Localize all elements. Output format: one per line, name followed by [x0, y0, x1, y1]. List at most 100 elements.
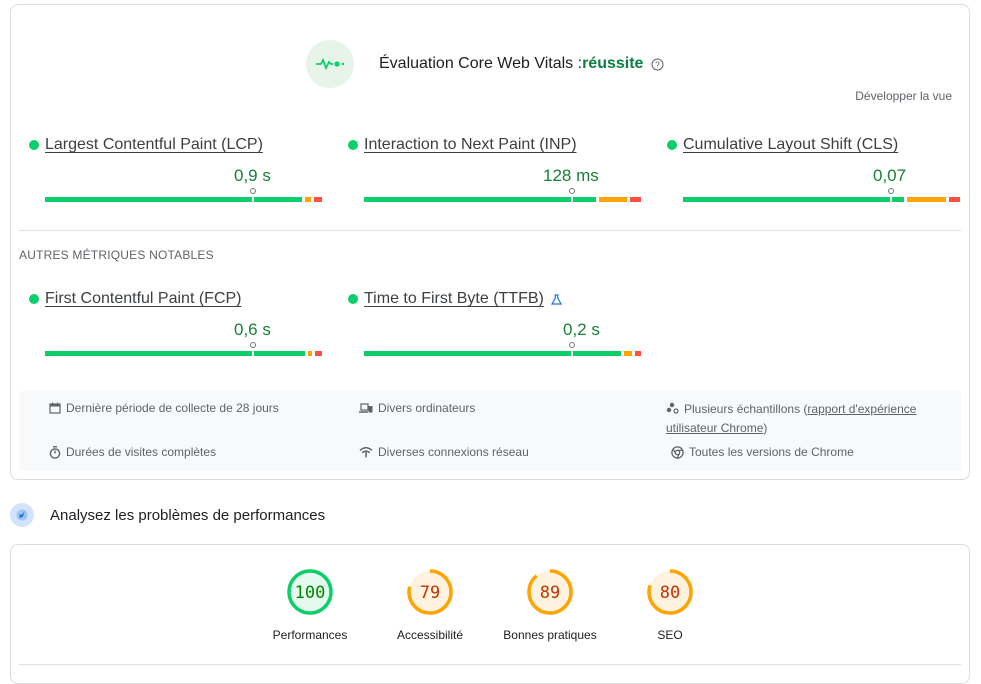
gauge-score-value: 89 — [540, 583, 560, 603]
info-text: Dernière période de collecte de 28 jours — [66, 401, 279, 415]
needs-improvement-segment — [624, 351, 633, 356]
score-gauge-ring: 100 — [287, 569, 333, 615]
cwv-header: Évaluation Core Web Vitals :réussite ? — [306, 38, 664, 90]
metric-value: 0,2 s — [563, 320, 600, 339]
good-segment — [683, 197, 905, 202]
score-gauge-accessibility[interactable]: 79 Accessibilité — [370, 567, 490, 642]
card-divider — [19, 664, 961, 665]
metric-ttfb: Time to First Byte (TTFB) 0,2 s — [348, 290, 642, 356]
metric-name-link[interactable]: First Contentful Paint (FCP) — [45, 290, 242, 308]
metric-name-link[interactable]: Largest Contentful Paint (LCP) — [45, 136, 263, 154]
poor-segment — [313, 197, 322, 202]
performance-heading-text: Analysez les problèmes de performances — [50, 506, 326, 524]
performance-heading: Analysez les problèmes de performances — [10, 503, 325, 527]
metric-fcp: First Contentful Paint (FCP) 0,6 s — [29, 290, 323, 356]
needs-improvement-segment — [305, 197, 311, 202]
percentile-marker — [249, 188, 256, 194]
good-segment — [364, 351, 622, 356]
status-dot — [667, 140, 677, 150]
percentile-marker — [568, 188, 575, 194]
status-dot — [29, 294, 39, 304]
gauge-score-value: 80 — [660, 583, 680, 603]
experimental-flask-icon[interactable] — [550, 293, 562, 305]
needs-improvement-segment — [599, 197, 627, 202]
devices-icon — [359, 403, 373, 413]
other-metrics-label: AUTRES MÉTRIQUES NOTABLES — [19, 248, 214, 262]
info-text: Divers ordinateurs — [378, 401, 476, 415]
gauge-score-value: 100 — [295, 583, 326, 603]
score-gauge-ring: 89 — [527, 569, 573, 615]
info-text: Plusieurs échantillons ( — [684, 402, 808, 416]
gauge-label: Accessibilité — [396, 628, 464, 642]
metric-inp: Interaction to Next Paint (INP) 128 ms — [348, 136, 642, 202]
info-text: Durées de visites complètes — [66, 445, 217, 459]
metric-value: 0,9 s — [234, 166, 271, 185]
percentile-marker — [568, 342, 575, 348]
metric-distribution-bar — [364, 188, 641, 202]
good-segment — [45, 351, 306, 356]
cwv-status: réussite — [582, 55, 644, 72]
status-dot — [29, 140, 39, 150]
poor-segment — [635, 351, 641, 356]
info-chrome-versions: Toutes les versions de Chrome — [671, 443, 854, 462]
info-connections: Diverses connexions réseau — [359, 443, 529, 462]
metric-value: 128 ms — [543, 166, 599, 185]
vitals-pulse-icon — [306, 40, 354, 88]
needs-improvement-segment — [907, 197, 946, 202]
score-gauge-best-practices[interactable]: 89 Bonnes pratiques — [490, 567, 610, 642]
lighthouse-scores-card: 100 Performances 79 Accessibilité 89 Bonnes… — [10, 544, 970, 684]
percentile-marker — [249, 342, 256, 348]
info-text: Toutes les versions de Chrome — [689, 445, 854, 459]
metric-name-link[interactable]: Cumulative Layout Shift (CLS) — [683, 136, 898, 154]
percentile-marker-stem — [570, 348, 573, 356]
info-devices: Divers ordinateurs — [359, 399, 475, 418]
metric-cls: Cumulative Layout Shift (CLS) 0,07 — [667, 136, 961, 202]
metric-value: 0,07 — [873, 166, 907, 185]
info-text: Diverses connexions réseau — [378, 445, 529, 459]
info-visit-durations: Durées de visites complètes — [49, 443, 216, 462]
chrome-icon — [671, 446, 684, 459]
cwv-title-text: Évaluation Core Web Vitals : — [379, 55, 583, 72]
collection-info-box: Dernière période de collecte de 28 jours… — [19, 391, 961, 471]
needs-improvement-segment — [308, 351, 313, 356]
metric-lcp: Largest Contentful Paint (LCP) 0,9 s — [29, 136, 323, 202]
metric-distribution-bar — [45, 342, 322, 356]
expand-view-link[interactable]: Développer la vue — [855, 89, 952, 103]
metric-name-link[interactable]: Time to First Byte (TTFB) — [364, 290, 544, 308]
core-web-vitals-card: Évaluation Core Web Vitals :réussite ? D… — [10, 4, 970, 480]
metric-distribution-bar — [683, 188, 960, 202]
good-segment — [364, 197, 597, 202]
metric-name-link[interactable]: Interaction to Next Paint (INP) — [364, 136, 577, 154]
score-gauge-ring: 79 — [407, 569, 453, 615]
status-dot — [348, 140, 358, 150]
svg-text:?: ? — [656, 60, 661, 69]
section-divider — [19, 230, 961, 231]
metric-distribution-bar — [364, 342, 641, 356]
score-gauge-performance[interactable]: 100 Performances — [250, 567, 370, 642]
poor-segment — [629, 197, 641, 202]
status-dot — [348, 294, 358, 304]
help-icon[interactable]: ? — [651, 58, 664, 71]
info-collection-period: Dernière période de collecte de 28 jours — [49, 399, 279, 418]
gauge-label: Performances — [272, 628, 348, 642]
diagnose-gauge-icon — [10, 503, 34, 527]
timer-icon — [49, 446, 61, 459]
gauge-score-value: 79 — [420, 583, 440, 603]
score-gauge-seo[interactable]: 80 SEO — [610, 567, 730, 642]
info-samples: Plusieurs échantillons (rapport d'expéri… — [666, 399, 956, 438]
score-gauge-ring: 80 — [647, 569, 693, 615]
poor-segment — [315, 351, 322, 356]
percentile-marker-stem — [570, 194, 573, 202]
wifi-icon — [359, 447, 373, 458]
info-text: ) — [763, 421, 768, 435]
poor-segment — [948, 197, 960, 202]
gauge-label: Bonnes pratiques — [503, 628, 597, 642]
samples-icon — [666, 402, 679, 414]
gauge-label: SEO — [657, 628, 683, 642]
cwv-title: Évaluation Core Web Vitals :réussite — [379, 55, 643, 73]
percentile-marker-stem — [251, 348, 254, 356]
metric-distribution-bar — [45, 188, 322, 202]
percentile-marker-stem — [251, 194, 254, 202]
percentile-marker — [887, 188, 894, 194]
good-segment — [45, 197, 303, 202]
